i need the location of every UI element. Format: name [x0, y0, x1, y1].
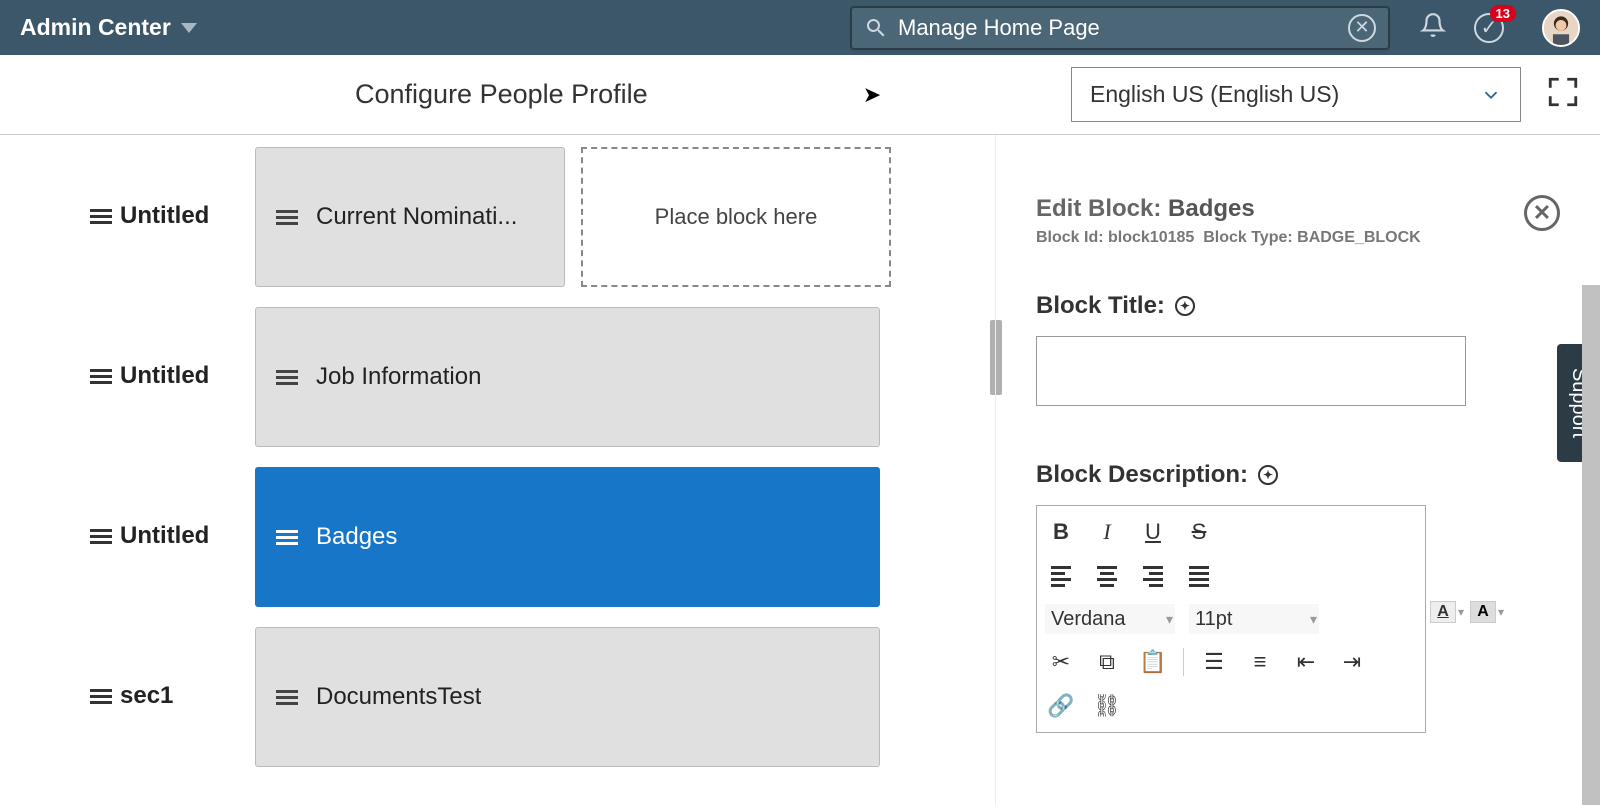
brand-menu[interactable]: Admin Center — [20, 14, 197, 41]
block-type-label: Block Type: — [1203, 229, 1293, 246]
block-id-value: block10185 — [1108, 229, 1194, 246]
font-color-button[interactable]: A▾ — [1430, 601, 1464, 623]
block-title-label: Block Title: ✦ — [1036, 292, 1560, 320]
user-avatar[interactable] — [1542, 9, 1580, 47]
font-family-select[interactable]: Verdana — [1045, 604, 1175, 634]
chevron-down-icon — [1480, 84, 1502, 106]
fullscreen-button[interactable] — [1546, 75, 1580, 114]
block-type-value: BADGE_BLOCK — [1297, 229, 1421, 246]
page-scrollbar[interactable] — [1582, 285, 1600, 805]
block-placeholder[interactable]: Place block here — [581, 147, 891, 287]
close-panel-button[interactable]: ✕ — [1524, 195, 1560, 231]
cursor-icon: ➤ — [863, 82, 881, 108]
align-justify-button[interactable] — [1183, 560, 1215, 592]
drag-icon — [90, 689, 112, 704]
profile-block[interactable]: Badges — [255, 467, 880, 607]
section-name: Untitled — [120, 522, 209, 550]
unlink-button[interactable]: ⛓ — [1091, 690, 1123, 722]
section-drag-handle[interactable]: Untitled — [90, 522, 255, 550]
language-value: English US (English US) — [1090, 81, 1339, 108]
blocks-container: DocumentsTest — [255, 627, 880, 767]
outdent-button[interactable]: ⇤ — [1290, 646, 1322, 678]
align-left-button[interactable] — [1045, 560, 1077, 592]
edit-panel-header: Edit Block: Badges Block Id: block10185 … — [1036, 195, 1560, 247]
section-name: sec1 — [120, 682, 173, 710]
block-id-label: Block Id: — [1036, 229, 1104, 246]
drag-icon — [276, 370, 298, 385]
font-size-select[interactable]: 11pt — [1189, 604, 1319, 634]
search-icon — [864, 16, 888, 40]
highlight-color-button[interactable]: A▾ — [1470, 601, 1504, 623]
link-button[interactable]: 🔗 — [1045, 690, 1077, 722]
globe-icon[interactable]: ✦ — [1175, 296, 1195, 316]
top-icons: ✓ 13 — [1420, 9, 1580, 47]
section-row: Untitled Current Nominati... Place block h… — [0, 147, 995, 287]
notification-badge: 13 — [1490, 5, 1516, 22]
align-center-button[interactable] — [1091, 560, 1123, 592]
blocks-container: Current Nominati... Place block here — [255, 147, 891, 287]
block-label: Badges — [316, 523, 397, 551]
section-row: sec1 DocumentsTest — [0, 627, 995, 767]
status-icon[interactable]: ✓ 13 — [1474, 13, 1504, 43]
paste-button[interactable]: 📋 — [1137, 646, 1169, 678]
section-row: Untitled Job Information — [0, 307, 995, 447]
bold-button[interactable]: B — [1045, 516, 1077, 548]
drag-icon — [90, 369, 112, 384]
drag-icon — [276, 690, 298, 705]
edit-heading-value: Badges — [1168, 195, 1255, 222]
bullet-list-button[interactable]: ☰ — [1198, 646, 1230, 678]
profile-block[interactable]: DocumentsTest — [255, 627, 880, 767]
sections-canvas: Untitled Current Nominati... Place block h… — [0, 135, 995, 805]
cut-button[interactable]: ✂ — [1045, 646, 1077, 678]
bell-icon[interactable] — [1420, 12, 1446, 43]
strikethrough-button[interactable]: S — [1183, 516, 1215, 548]
section-drag-handle[interactable]: sec1 — [90, 682, 255, 710]
blocks-container: Job Information — [255, 307, 880, 447]
section-drag-handle[interactable]: Untitled — [90, 362, 255, 390]
indent-button[interactable]: ⇥ — [1336, 646, 1368, 678]
search-container: ✕ — [850, 6, 1390, 50]
separator — [1183, 648, 1184, 676]
main-area: Untitled Current Nominati... Place block h… — [0, 135, 1600, 805]
block-title-input[interactable] — [1036, 336, 1466, 406]
section-name: Untitled — [120, 362, 209, 390]
rich-text-toolbar: B I U S Verdana 11pt ✂ ⧉ 📋 ☰ ≡ — [1036, 505, 1426, 733]
block-label: Current Nominati... — [316, 203, 517, 231]
block-label: DocumentsTest — [316, 683, 481, 711]
drag-icon — [90, 209, 112, 224]
section-name: Untitled — [120, 202, 209, 230]
edit-heading-label: Edit Block: — [1036, 195, 1161, 222]
edit-panel: Edit Block: Badges Block Id: block10185 … — [995, 135, 1600, 805]
language-select[interactable]: English US (English US) — [1071, 67, 1521, 122]
globe-icon[interactable]: ✦ — [1258, 465, 1278, 485]
top-bar: Admin Center ✕ ✓ 13 — [0, 0, 1600, 55]
profile-block[interactable]: Job Information — [255, 307, 880, 447]
numbered-list-button[interactable]: ≡ — [1244, 646, 1276, 678]
drag-icon — [276, 530, 298, 545]
section-drag-handle[interactable]: Untitled — [90, 202, 255, 230]
page-title: Configure People Profile — [355, 79, 648, 110]
brand-label: Admin Center — [20, 14, 171, 41]
blocks-container: Badges — [255, 467, 880, 607]
section-row: Untitled Badges — [0, 467, 995, 607]
drag-icon — [90, 529, 112, 544]
drag-icon — [276, 210, 298, 225]
search-input[interactable] — [898, 15, 1348, 41]
italic-button[interactable]: I — [1091, 516, 1123, 548]
block-desc-label: Block Description: ✦ — [1036, 461, 1560, 489]
copy-button[interactable]: ⧉ — [1091, 646, 1123, 678]
profile-block[interactable]: Current Nominati... — [255, 147, 565, 287]
page-header: Configure People Profile ➤ English US (E… — [0, 55, 1600, 135]
align-right-button[interactable] — [1137, 560, 1169, 592]
block-label: Job Information — [316, 363, 481, 391]
clear-search-button[interactable]: ✕ — [1348, 14, 1376, 42]
chevron-down-icon — [181, 23, 197, 33]
underline-button[interactable]: U — [1137, 516, 1169, 548]
